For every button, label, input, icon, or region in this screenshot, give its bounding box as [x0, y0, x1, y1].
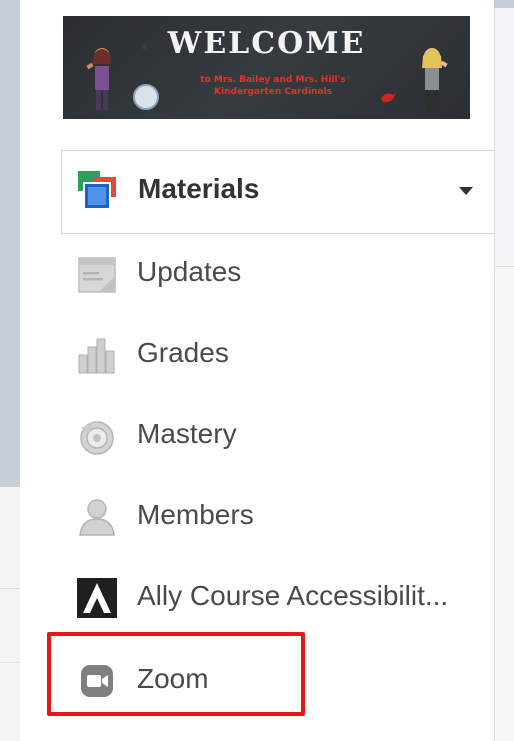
members-icon: [79, 499, 115, 536]
grades-icon: [78, 338, 115, 374]
sidebar-item-updates[interactable]: Updates: [61, 236, 494, 312]
cardinal-icon: [381, 93, 396, 103]
chevron-down-icon[interactable]: [459, 187, 473, 195]
banner-subtitle: to Mrs. Bailey and Mrs. Hill's Kindergar…: [200, 75, 346, 97]
content-panel-header: [495, 8, 514, 267]
sidebar-item-label: Grades: [137, 337, 229, 368]
materials-icon: [78, 171, 116, 210]
sidebar-item-ally[interactable]: Ally Course Accessibilit...: [61, 560, 494, 636]
sidebar-item-grades[interactable]: Grades: [61, 317, 494, 393]
sidebar-item-mastery[interactable]: Mastery: [61, 398, 494, 474]
materials-dropdown[interactable]: Materials: [61, 150, 494, 234]
sidebar-item-label: Updates: [137, 256, 242, 287]
sidebar-item-label: Ally Course Accessibilit...: [137, 580, 449, 611]
sidebar-item-label: Mastery: [137, 418, 237, 449]
welcome-banner: WELCOME to Mrs. Bailey and Mrs. Hill's K…: [63, 16, 470, 119]
sidebar-item-members[interactable]: Members: [61, 479, 494, 555]
highlight-box: [47, 632, 305, 716]
mastery-icon: [80, 421, 114, 455]
banner-title: WELCOME: [167, 26, 366, 61]
materials-label: Materials: [138, 173, 260, 204]
school-seal-icon: [133, 84, 159, 110]
ally-icon: [77, 578, 117, 618]
updates-icon: [78, 257, 116, 293]
sidebar-item-label: Members: [137, 499, 254, 530]
